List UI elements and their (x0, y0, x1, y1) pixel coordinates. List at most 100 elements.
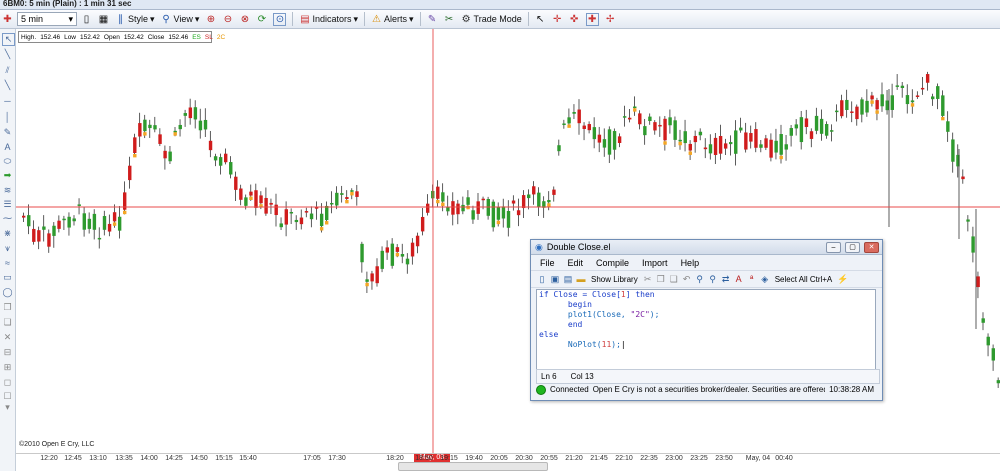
paste-icon[interactable]: ❏ (669, 274, 679, 284)
zoom-in-button[interactable]: ⊕ (203, 11, 218, 27)
ln-value: 6 (552, 372, 557, 381)
candle-body (835, 110, 839, 113)
candle-body (395, 247, 400, 252)
candle-body (870, 95, 874, 100)
candle-body (986, 336, 990, 346)
show-library-button[interactable]: Show Library (589, 275, 640, 284)
group-tool-icon[interactable]: ⊞ (2, 362, 13, 373)
editor-menu-file[interactable]: File (540, 258, 555, 268)
fibonacci-tool-icon[interactable]: ☰ (2, 199, 13, 210)
plot-marker (143, 132, 147, 136)
gann-tool-icon[interactable]: ⋇ (2, 228, 13, 239)
pitchfork-tool-icon[interactable]: ⩛ (2, 243, 13, 254)
delete-tool-icon[interactable]: ✕ (2, 332, 13, 343)
scroll-down-icon[interactable]: ▾ (2, 402, 13, 413)
paste-tool-icon[interactable]: ❏ (2, 317, 13, 328)
editor-menu-compile[interactable]: Compile (596, 258, 629, 268)
crosshair-toggle-button[interactable]: ⊙ (271, 11, 288, 27)
code-textarea[interactable]: if Close = Close[1] then begin plot1(Clo… (536, 289, 876, 370)
pin-button[interactable]: ✚ (0, 11, 15, 27)
draw-button[interactable]: ✎ (425, 11, 440, 27)
candle-body (405, 258, 410, 265)
editor-menu-import[interactable]: Import (642, 258, 668, 268)
grid-button[interactable]: ▦ (96, 11, 111, 27)
undo-icon[interactable]: ↶ (682, 274, 692, 284)
maximize-button[interactable]: ▢ (845, 241, 860, 253)
plot-marker (779, 155, 783, 160)
erase-button[interactable]: ✂ (442, 11, 457, 27)
channel-tool-icon[interactable]: ⫽ (2, 65, 13, 76)
data-window: High. 152.46 Low 152.42 Open 152.42 Close 15… (18, 31, 225, 43)
open-file-icon[interactable]: ▣ (550, 274, 560, 284)
minimize-button[interactable]: – (826, 241, 841, 253)
hide-tool-icon[interactable]: ◻ (2, 377, 13, 388)
candle-body (567, 117, 571, 124)
candle-body (865, 100, 869, 113)
view-menu[interactable]: ⚲ View ▾ (159, 11, 202, 27)
find-icon[interactable]: ⚲ (695, 274, 705, 284)
pointer-button[interactable]: ↖ (533, 11, 548, 27)
oval-tool-icon[interactable]: ◯ (2, 287, 13, 298)
bar-type-button[interactable]: ▯ (79, 11, 94, 27)
new-file-icon[interactable]: ▯ (537, 274, 547, 284)
save-icon[interactable]: ▤ (563, 274, 573, 284)
editor-menu-edit[interactable]: Edit (568, 258, 584, 268)
format-icon[interactable]: ª (747, 274, 757, 284)
find-next-icon[interactable]: ⚲ (708, 274, 718, 284)
zoom-out-button[interactable]: ⊖ (220, 11, 235, 27)
ray-tool-icon[interactable]: ╲ (2, 80, 13, 91)
cycle-tool-icon[interactable]: ≈ (2, 258, 13, 269)
editor-menu-help[interactable]: Help (681, 258, 700, 268)
alerts-menu[interactable]: ⚠ Alerts ▾ (369, 11, 416, 27)
cross-time-button[interactable]: ✢ (603, 11, 618, 27)
candle-body (941, 95, 945, 116)
close-value: 152.46 (168, 33, 189, 41)
lock-tool-icon[interactable]: ⊟ (2, 347, 13, 358)
note-tool-icon[interactable]: ✎ (2, 127, 13, 138)
compile-icon[interactable]: ⚡ (837, 274, 848, 284)
cross-price-button[interactable]: ✜ (567, 11, 582, 27)
rectangle-tool-icon[interactable]: ▭ (2, 272, 13, 283)
replace-icon[interactable]: ⇄ (721, 274, 731, 284)
copy-tool-icon[interactable]: ❐ (2, 302, 13, 313)
open-value: 152.42 (123, 33, 144, 41)
line-tool-icon[interactable]: ╲ (2, 49, 13, 60)
font-icon[interactable]: A (734, 274, 744, 284)
horizontal-line-icon[interactable]: ─ (2, 96, 13, 107)
cut-icon[interactable]: ✂ (643, 274, 653, 284)
close-button[interactable]: ✕ (864, 241, 879, 253)
candle-body (557, 145, 561, 152)
interval-select[interactable]: 5 min ▾ (17, 12, 77, 26)
text-tool-icon[interactable]: A (2, 142, 13, 153)
fan-tool-icon[interactable]: ≋ (2, 185, 13, 196)
vertical-line-icon[interactable]: │ (2, 112, 13, 123)
indicators-menu[interactable]: ▤ Indicators ▾ (297, 11, 360, 27)
drawing-tools-sidebar: ↖ ╲ ⫽ ╲ ─ │ ✎ A ⬭ ➡ ≋ ☰ ⁓ ⋇ ⩛ ≈ ▭ ◯ ❐ ❏ … (0, 29, 16, 471)
bookmark-icon[interactable]: ◈ (760, 274, 770, 284)
select-all-button[interactable]: Select All Ctrl+A (773, 275, 835, 284)
zoom-fit-button[interactable]: ⊗ (237, 11, 252, 27)
cross-tool-button[interactable]: ✛ (550, 11, 565, 27)
time-tick-label: 19:40 (465, 455, 483, 462)
horizontal-scrollbar[interactable] (398, 462, 548, 471)
select-tool-icon[interactable]: ↖ (2, 33, 15, 46)
arrow-tool-icon[interactable]: ➡ (2, 170, 13, 181)
style-menu[interactable]: ∥ Style ▾ (113, 11, 157, 27)
copy-icon[interactable]: ❐ (656, 274, 666, 284)
folder-icon[interactable]: ▬ (576, 274, 586, 284)
candle-body (335, 192, 339, 206)
zoom-in-icon: ⊕ (206, 13, 216, 25)
style-icon: ∥ (118, 13, 123, 25)
candle-body (749, 133, 753, 142)
candle-body (284, 209, 288, 225)
arc-tool-icon[interactable]: ⁓ (2, 213, 13, 224)
refresh-button[interactable]: ⟳ (254, 11, 269, 27)
cross-active-button[interactable]: ✚ (584, 11, 601, 27)
time-tick-label: 14:25 (165, 455, 183, 462)
candle-body (309, 213, 314, 220)
candle-body (824, 124, 829, 136)
trade-mode-button[interactable]: ⚙ Trade Mode (459, 11, 524, 27)
ellipse-tool-icon[interactable]: ⬭ (2, 156, 13, 167)
properties-tool-icon[interactable]: ☐ (2, 391, 13, 402)
candle-body (814, 115, 819, 131)
